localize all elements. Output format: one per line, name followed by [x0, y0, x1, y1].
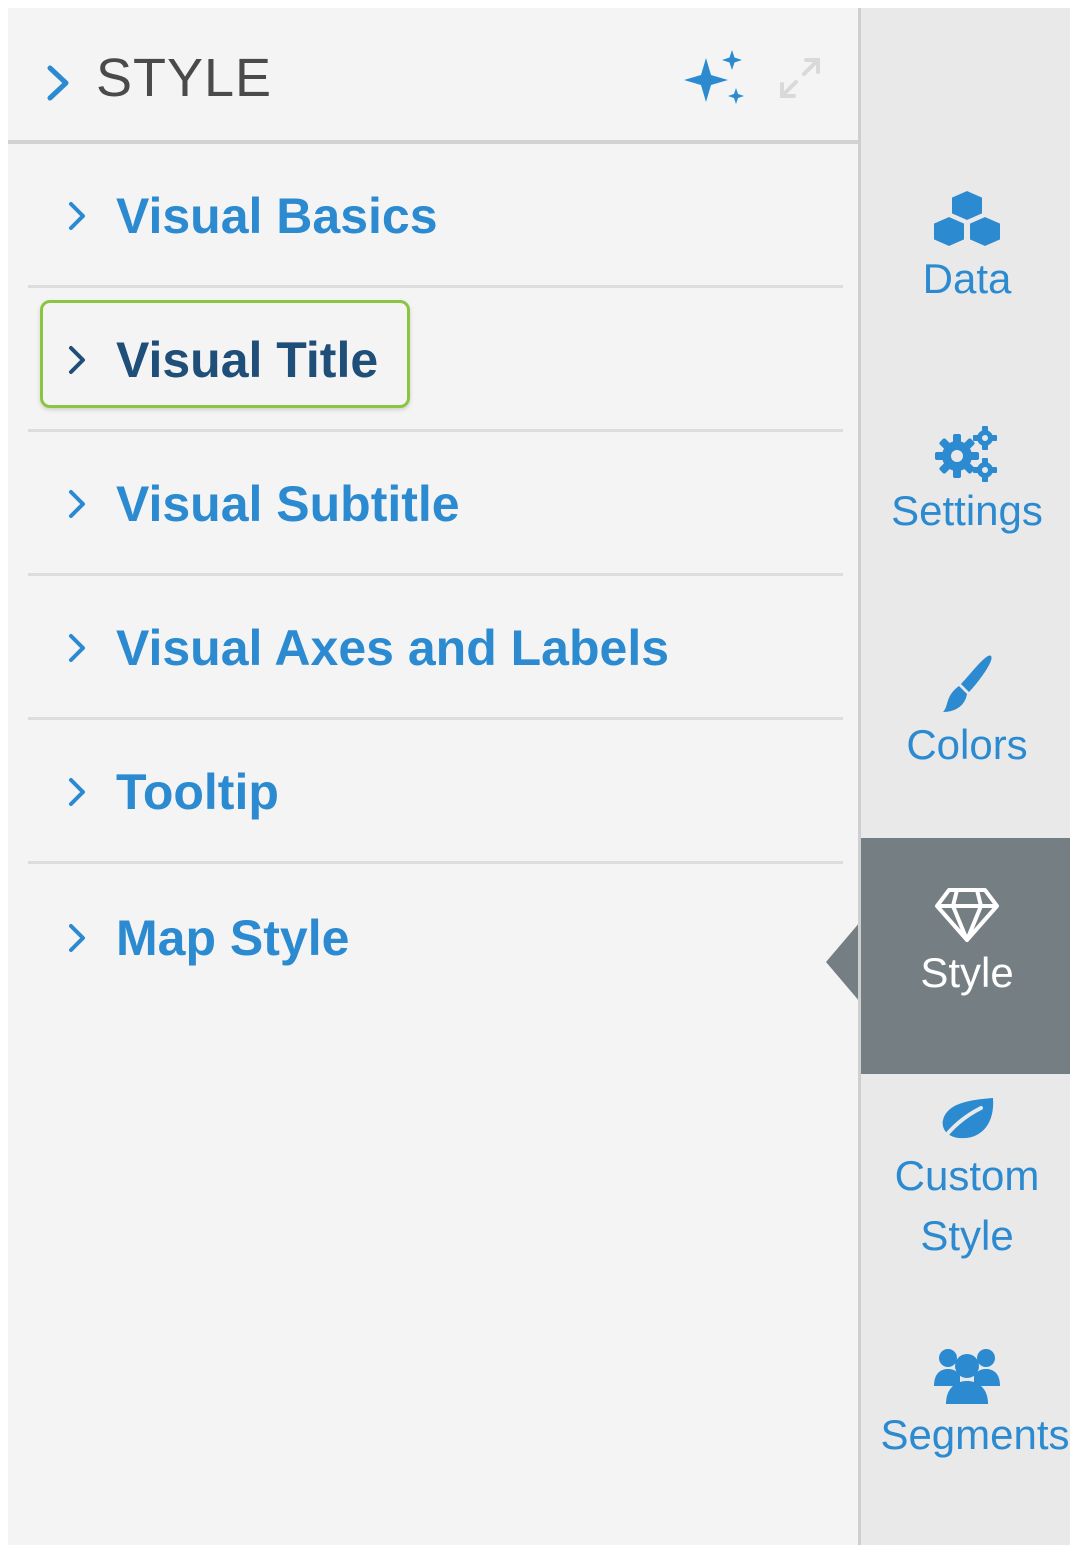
section-tooltip[interactable]: Tooltip: [28, 720, 843, 864]
section-visual-subtitle[interactable]: Visual Subtitle: [28, 432, 843, 576]
tab-label: Style: [920, 949, 1014, 996]
diamond-icon: [935, 888, 999, 942]
panel-title: STYLE: [96, 48, 273, 108]
leaf-icon: [939, 1098, 994, 1144]
tab-label: Colors: [906, 721, 1028, 768]
tab-data[interactable]: Data: [861, 188, 1070, 308]
section-label: Visual Subtitle: [116, 476, 460, 532]
tab-label-line1: Custom: [894, 1152, 1040, 1199]
chevron-right-icon: [69, 202, 85, 230]
section-visual-axes-and-labels[interactable]: Visual Axes and Labels: [28, 576, 843, 720]
chevron-right-icon[interactable]: [44, 60, 72, 106]
section-visual-basics[interactable]: Visual Basics: [28, 144, 843, 288]
tab-label-line2: Style: [920, 1212, 1014, 1259]
gears-icon: [935, 426, 997, 482]
chevron-right-icon: [69, 924, 85, 952]
active-tab-pointer: [826, 922, 860, 1002]
tab-settings[interactable]: Settings: [861, 424, 1070, 540]
tab-style[interactable]: Style: [861, 838, 1070, 1074]
sparkle-icon[interactable]: [684, 48, 746, 110]
side-nav-rail: Data Settings Colors Style Custom Style …: [858, 8, 1070, 1545]
style-panel: STYLE Visual Basics Visual Title Visual …: [8, 8, 858, 1545]
chevron-right-icon: [69, 346, 85, 374]
users-icon: [934, 1349, 1000, 1404]
tab-label: Settings: [891, 487, 1043, 534]
chevron-right-icon: [69, 490, 85, 518]
tab-label: Data: [922, 255, 1012, 302]
expand-icon[interactable]: [774, 52, 826, 104]
section-label: Visual Basics: [116, 188, 438, 244]
section-label: Map Style: [116, 910, 350, 966]
section-label: Tooltip: [116, 764, 279, 820]
tab-label: Segments: [880, 1411, 1070, 1458]
panel-header: STYLE: [8, 8, 858, 144]
tab-colors[interactable]: Colors: [861, 654, 1070, 774]
tab-custom-style[interactable]: Custom Style: [861, 1094, 1070, 1266]
brush-icon: [943, 655, 992, 712]
section-map-style[interactable]: Map Style: [28, 864, 843, 1008]
chevron-right-icon: [69, 634, 85, 662]
section-label: Visual Axes and Labels: [116, 620, 670, 676]
section-label: Visual Title: [116, 332, 379, 388]
chevron-right-icon: [69, 778, 85, 806]
section-visual-title[interactable]: Visual Title: [28, 288, 843, 432]
cubes-icon: [932, 188, 1002, 249]
section-list: Visual Basics Visual Title Visual Subtit…: [28, 144, 843, 1008]
tab-segments[interactable]: Segments: [861, 1344, 1070, 1464]
